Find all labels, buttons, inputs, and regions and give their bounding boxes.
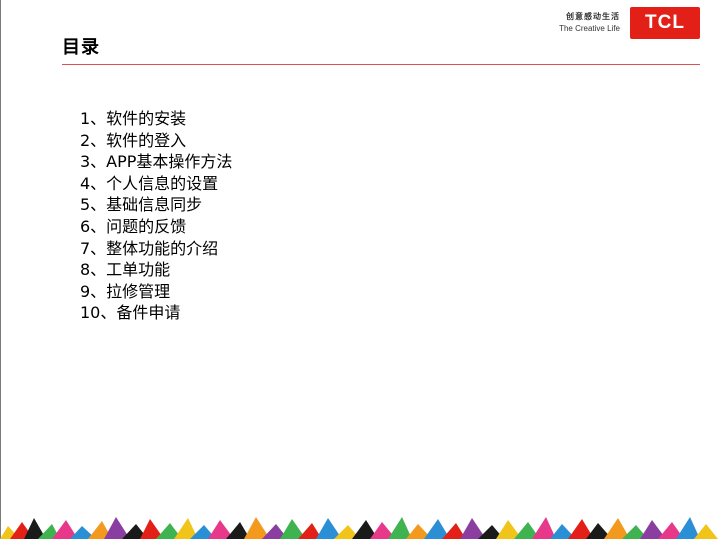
table-of-contents: 1、软件的安装 2、软件的登入 3、APP基本操作方法 4、个人信息的设置 5、… [80,108,232,324]
brand-slogan-cn: 创意感动生活 [566,12,620,21]
toc-item: 5、基础信息同步 [80,195,203,215]
title-divider [62,64,700,65]
brand-slogan-en: The Creative Life [559,24,620,33]
page-title: 目录 [62,37,100,58]
toc-item: 8、工单功能 [80,260,171,280]
toc-item: 9、拉修管理 [80,281,171,301]
brand-slogan: 创意感动生活 The Creative Life [559,12,620,34]
decorative-color-strip [0,517,718,539]
toc-item: 1、软件的安装 [80,109,187,128]
toc-item: 10、备件申请 [80,303,181,323]
toc-item: 4、个人信息的设置 [80,173,219,193]
toc-item: 3、APP基本操作方法 [80,152,233,172]
tcl-logo: TCL [630,7,700,39]
toc-item: 7、整体功能的介绍 [80,238,219,258]
slide-left-edge [0,0,1,539]
toc-item: 2、软件的登入 [80,130,187,150]
toc-item: 6、问题的反馈 [80,216,187,236]
